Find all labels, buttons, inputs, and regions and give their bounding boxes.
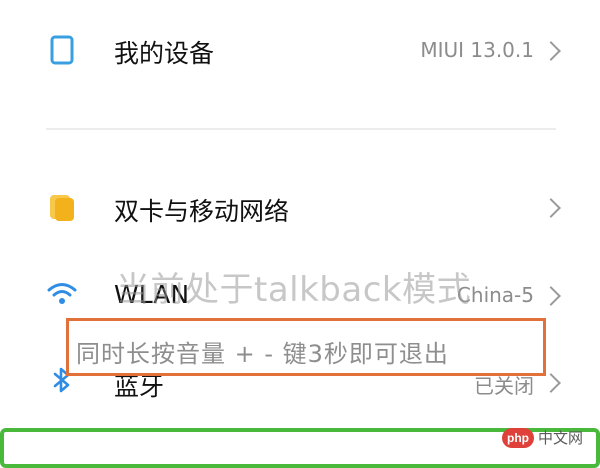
- wifi-icon: [47, 283, 77, 304]
- dual-sim-row[interactable]: 双卡与移动网络: [0, 177, 600, 237]
- chevron-right-icon: [541, 286, 561, 306]
- php-logo: php: [502, 428, 534, 448]
- watermark: php 中文网: [502, 428, 592, 450]
- my-device-row[interactable]: 我的设备 MIUI 13.0.1: [0, 20, 600, 80]
- chevron-right-icon: [541, 373, 561, 393]
- device-icon: [50, 35, 74, 65]
- miui-version: MIUI 13.0.1: [420, 38, 534, 62]
- dual-sim-label: 双卡与移动网络: [114, 197, 290, 226]
- talkback-exit-hint: 同时长按音量 + - 键3秒即可退出: [76, 340, 449, 368]
- chevron-right-icon: [541, 198, 561, 218]
- talkback-mode-message: 当前处于talkback模式: [116, 270, 472, 310]
- sim-card-icon: [50, 195, 74, 221]
- divider: [46, 128, 556, 130]
- watermark-text: 中文网: [538, 429, 584, 447]
- chevron-right-icon: [541, 41, 561, 61]
- my-device-label: 我的设备: [114, 39, 215, 68]
